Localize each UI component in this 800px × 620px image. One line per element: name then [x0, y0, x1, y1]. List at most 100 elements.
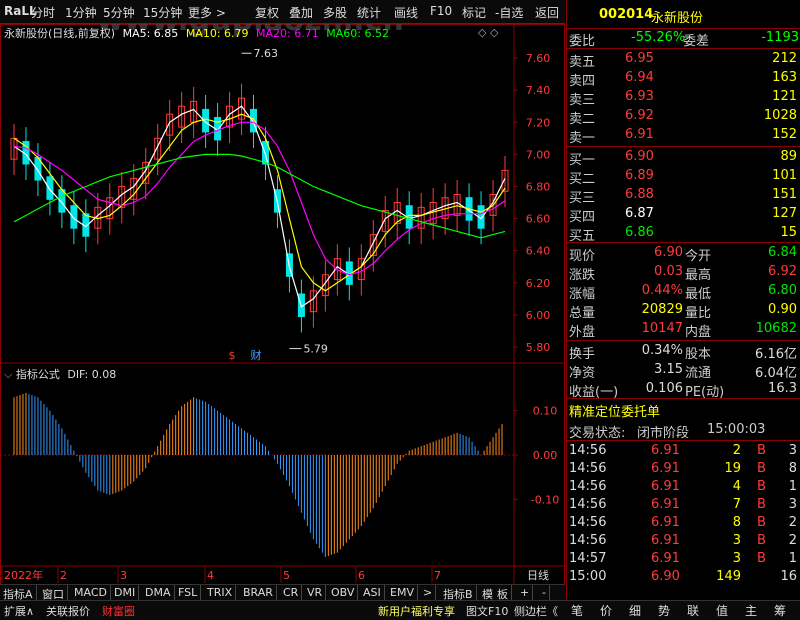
tick-volume: 3 [732, 551, 741, 566]
sidebar-toggle-button[interactable]: 侧边栏《 [514, 603, 558, 619]
tick-count: 1 [788, 551, 797, 566]
price-tick-label: 6.00 [526, 309, 551, 322]
stat-label: 量比 [685, 306, 712, 321]
fund-label: 净资 [569, 366, 596, 381]
toolbar-5min[interactable]: 5分钟 [103, 4, 135, 21]
tick-count: 2 [788, 515, 797, 530]
tab-emv[interactable]: EMV [387, 585, 418, 601]
chart-border [0, 24, 565, 584]
toolbar-timeshare[interactable]: 分时 [31, 4, 55, 21]
trade-state-row: 交易状态: 闭市阶段 15:00:03 [567, 421, 800, 441]
ma10-label: MA10: 6.79 [185, 27, 249, 40]
indicator-tab-bar: 指标A 窗口 MACD DMI DMA FSL TRIX BRAR CR VR … [0, 584, 565, 601]
new-user-welfare-link[interactable]: 新用户福利专享 [378, 603, 455, 619]
price-tick-label: 7.20 [526, 116, 551, 129]
toolbar-f10[interactable]: F10 [430, 4, 452, 18]
quote-tab-trend[interactable]: 势 [650, 602, 678, 619]
quote-tab-related[interactable]: 联 [679, 602, 707, 619]
tick-price: 6.91 [651, 533, 680, 548]
stat-value: 6.90 [654, 245, 683, 260]
price-tick-label: 7.60 [526, 52, 551, 65]
tick-price: 6.91 [651, 479, 680, 494]
stat-row: 总量 20829 量比 0.90 [567, 301, 800, 321]
chart-header: 永新股份(日线,前复权) MA5: 6.85 MA10: 6.79 MA20: … [4, 25, 389, 41]
tab-dma[interactable]: DMA [142, 585, 175, 601]
stat-value: 0.44% [641, 283, 683, 298]
tab-template-2[interactable]: 板 [494, 585, 512, 601]
order-title-row[interactable]: 精准定位委托单 [567, 400, 800, 420]
expand-button[interactable]: 扩展∧ [4, 603, 34, 619]
bid-row: 买三 6.88 151 [567, 186, 800, 206]
bid-price: 6.87 [625, 206, 654, 221]
quote-tab-trades[interactable]: 笔 [563, 602, 591, 619]
toolbar-back[interactable]: 返回 [535, 4, 559, 21]
ask-volume: 163 [772, 70, 797, 85]
tab-brar[interactable]: BRAR [240, 585, 277, 601]
indicator-dropdown-icon[interactable]: ⌵ [4, 368, 12, 381]
ask-row: 卖二 6.92 1028 [567, 107, 800, 127]
stat-label: 今开 [685, 249, 712, 264]
tab-cr[interactable]: CR [280, 585, 303, 601]
toolbar-watchlist[interactable]: -自选 [495, 4, 523, 21]
toolbar-1min[interactable]: 1分钟 [65, 4, 97, 21]
macd-tick-label: 0.10 [533, 405, 558, 418]
bid-label: 买二 [569, 172, 596, 187]
toolbar-overlay[interactable]: 叠加 [289, 4, 313, 21]
tick-row: 14:56 6.91 8 B 2 [567, 514, 800, 533]
fund-label: 股本 [685, 347, 712, 362]
tab-vr[interactable]: VR [304, 585, 327, 601]
stat-value: 20829 [641, 302, 683, 317]
chart-settings-icon[interactable]: ◇ ◇ [478, 26, 498, 39]
tick-volume: 3 [732, 533, 741, 548]
tab-macd[interactable]: MACD [71, 585, 111, 601]
tab-indicator-a[interactable]: 指标A [0, 585, 37, 601]
macd-histogram [0, 392, 514, 558]
fundamental-row: 收益(一) 0.106 PE(动) 16.3 [567, 380, 800, 400]
tab-indicator-b[interactable]: 指标B [440, 585, 477, 601]
toolbar-more[interactable]: 更多 > [188, 4, 226, 21]
tick-row: 14:57 6.91 3 B 1 [567, 550, 800, 569]
ask-row: 卖一 6.91 152 [567, 126, 800, 146]
tab-trix[interactable]: TRIX [204, 585, 237, 601]
quote-tab-value[interactable]: 值 [708, 602, 736, 619]
kline-chart[interactable]: www.gupiaozhi.cn 7.607.407.207.006.806.6… [0, 24, 565, 584]
tab-zoom-in[interactable]: + [517, 585, 534, 601]
quote-tab-detail[interactable]: 细 [621, 602, 649, 619]
tab-asi[interactable]: ASI [360, 585, 385, 601]
related-quote-button[interactable]: 关联报价 [46, 603, 90, 619]
tab-dmi[interactable]: DMI [111, 585, 140, 601]
quote-tab-main[interactable]: 主 [737, 602, 765, 619]
ask-volume: 212 [772, 51, 797, 66]
date-tick-label: 6 [358, 569, 365, 582]
toolbar-stats[interactable]: 统计 [357, 4, 381, 21]
bid-row: 买一 6.90 89 [567, 148, 800, 168]
tab-obv[interactable]: OBV [328, 585, 359, 601]
price-tick-label: 6.20 [526, 277, 551, 290]
weibi-label: 委比 [569, 34, 596, 49]
toolbar-15min[interactable]: 15分钟 [143, 4, 182, 21]
tab-window[interactable]: 窗口 [39, 585, 68, 601]
tick-volume: 7 [732, 497, 741, 512]
indicator-title[interactable]: 指标公式 [16, 368, 60, 381]
tab-more-arrow[interactable]: > [420, 585, 437, 601]
toolbar-mark[interactable]: 标记 [462, 4, 486, 21]
toolbar-draw[interactable]: 画线 [394, 4, 418, 21]
macd-axis: 0.10 0.00 -0.10 [514, 405, 559, 506]
date-tick-label: 4 [207, 569, 214, 582]
ask-row: 卖三 6.93 121 [567, 88, 800, 108]
date-tick-label: 2022年 [4, 568, 43, 582]
tab-zoom-out[interactable]: - [539, 585, 550, 601]
tick-count: 3 [788, 443, 797, 458]
toolbar-adjust[interactable]: 复权 [255, 4, 279, 21]
f10-graphic-button[interactable]: 图文F10 [466, 603, 508, 619]
weicha-label: 委差 [683, 34, 710, 49]
order-title[interactable]: 精准定位委托单 [569, 401, 660, 420]
tick-price: 6.91 [651, 551, 680, 566]
tab-fsl[interactable]: FSL [175, 585, 202, 601]
toolbar-multi[interactable]: 多股 [323, 4, 347, 21]
quote-tab-price[interactable]: 价 [592, 602, 620, 619]
stat-label: 总量 [569, 306, 596, 321]
wealth-circle-button[interactable]: 财富圈 [102, 603, 135, 619]
quote-tab-chips[interactable]: 筹 [766, 602, 794, 619]
moving-averages [13, 105, 506, 308]
